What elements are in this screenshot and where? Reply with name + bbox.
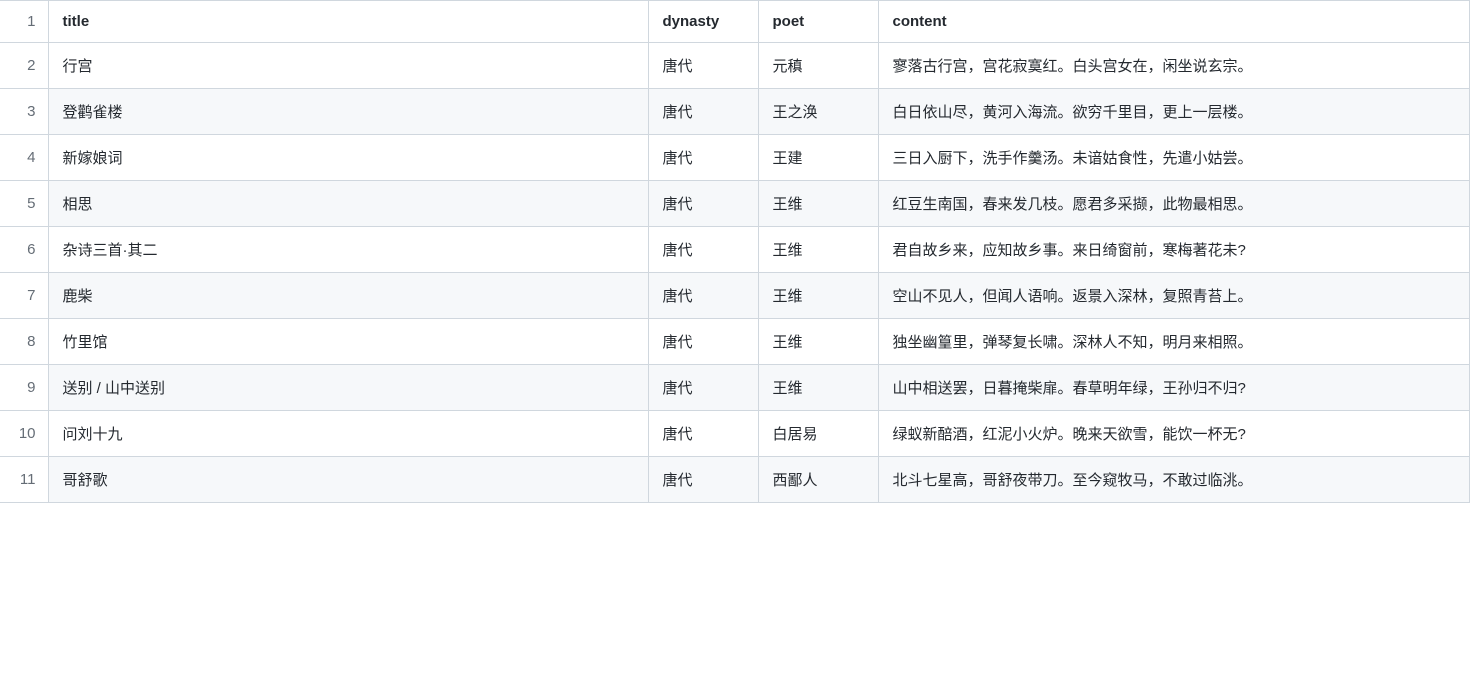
cell-content: 绿蚁新醅酒，红泥小火炉。晚来天欲雪，能饮一杯无?: [878, 411, 1470, 457]
cell-poet: 王之涣: [758, 89, 878, 135]
column-header-content[interactable]: content: [878, 1, 1470, 43]
cell-dynasty: 唐代: [648, 135, 758, 181]
row-number: 7: [0, 273, 48, 319]
cell-dynasty: 唐代: [648, 273, 758, 319]
cell-dynasty: 唐代: [648, 411, 758, 457]
row-number: 2: [0, 43, 48, 89]
cell-title: 新嫁娘词: [48, 135, 648, 181]
cell-dynasty: 唐代: [648, 365, 758, 411]
cell-content: 白日依山尽，黄河入海流。欲穷千里目，更上一层楼。: [878, 89, 1470, 135]
cell-dynasty: 唐代: [648, 227, 758, 273]
column-header-poet[interactable]: poet: [758, 1, 878, 43]
data-table: 1 title dynasty poet content 2 行宫 唐代 元稹 …: [0, 0, 1470, 503]
cell-content: 山中相送罢，日暮掩柴扉。春草明年绿，王孙归不归?: [878, 365, 1470, 411]
cell-poet: 王维: [758, 227, 878, 273]
table-row: 10 问刘十九 唐代 白居易 绿蚁新醅酒，红泥小火炉。晚来天欲雪，能饮一杯无?: [0, 411, 1470, 457]
table-row: 2 行宫 唐代 元稹 寥落古行宫，宫花寂寞红。白头宫女在，闲坐说玄宗。: [0, 43, 1470, 89]
cell-content: 空山不见人，但闻人语响。返景入深林，复照青苔上。: [878, 273, 1470, 319]
column-header-dynasty[interactable]: dynasty: [648, 1, 758, 43]
column-header-title[interactable]: title: [48, 1, 648, 43]
cell-dynasty: 唐代: [648, 457, 758, 503]
row-number: 8: [0, 319, 48, 365]
cell-dynasty: 唐代: [648, 43, 758, 89]
cell-content: 独坐幽篁里，弹琴复长啸。深林人不知，明月来相照。: [878, 319, 1470, 365]
table-row: 3 登鹳雀楼 唐代 王之涣 白日依山尽，黄河入海流。欲穷千里目，更上一层楼。: [0, 89, 1470, 135]
cell-poet: 王建: [758, 135, 878, 181]
cell-title: 问刘十九: [48, 411, 648, 457]
cell-content: 寥落古行宫，宫花寂寞红。白头宫女在，闲坐说玄宗。: [878, 43, 1470, 89]
cell-content: 北斗七星高，哥舒夜带刀。至今窥牧马，不敢过临洮。: [878, 457, 1470, 503]
cell-poet: 西鄙人: [758, 457, 878, 503]
cell-title: 登鹳雀楼: [48, 89, 648, 135]
cell-content: 三日入厨下，洗手作羹汤。未谙姑食性，先遣小姑尝。: [878, 135, 1470, 181]
row-number: 5: [0, 181, 48, 227]
table-row: 11 哥舒歌 唐代 西鄙人 北斗七星高，哥舒夜带刀。至今窥牧马，不敢过临洮。: [0, 457, 1470, 503]
cell-title: 哥舒歌: [48, 457, 648, 503]
table-row: 6 杂诗三首·其二 唐代 王维 君自故乡来，应知故乡事。来日绮窗前，寒梅著花未?: [0, 227, 1470, 273]
row-number: 6: [0, 227, 48, 273]
row-number: 9: [0, 365, 48, 411]
header-row: 1 title dynasty poet content: [0, 1, 1470, 43]
row-number-header: 1: [0, 1, 48, 43]
cell-dynasty: 唐代: [648, 319, 758, 365]
cell-poet: 王维: [758, 319, 878, 365]
cell-poet: 元稹: [758, 43, 878, 89]
cell-content: 君自故乡来，应知故乡事。来日绮窗前，寒梅著花未?: [878, 227, 1470, 273]
row-number: 3: [0, 89, 48, 135]
cell-poet: 王维: [758, 273, 878, 319]
row-number: 4: [0, 135, 48, 181]
cell-title: 行宫: [48, 43, 648, 89]
table-row: 8 竹里馆 唐代 王维 独坐幽篁里，弹琴复长啸。深林人不知，明月来相照。: [0, 319, 1470, 365]
table-row: 4 新嫁娘词 唐代 王建 三日入厨下，洗手作羹汤。未谙姑食性，先遣小姑尝。: [0, 135, 1470, 181]
cell-dynasty: 唐代: [648, 89, 758, 135]
cell-dynasty: 唐代: [648, 181, 758, 227]
cell-poet: 白居易: [758, 411, 878, 457]
cell-title: 相思: [48, 181, 648, 227]
cell-poet: 王维: [758, 181, 878, 227]
cell-title: 送别 / 山中送别: [48, 365, 648, 411]
row-number: 10: [0, 411, 48, 457]
cell-content: 红豆生南国，春来发几枝。愿君多采撷，此物最相思。: [878, 181, 1470, 227]
cell-title: 竹里馆: [48, 319, 648, 365]
cell-title: 鹿柴: [48, 273, 648, 319]
row-number: 11: [0, 457, 48, 503]
table-body: 2 行宫 唐代 元稹 寥落古行宫，宫花寂寞红。白头宫女在，闲坐说玄宗。 3 登鹳…: [0, 43, 1470, 503]
table-row: 9 送别 / 山中送别 唐代 王维 山中相送罢，日暮掩柴扉。春草明年绿，王孙归不…: [0, 365, 1470, 411]
cell-title: 杂诗三首·其二: [48, 227, 648, 273]
cell-poet: 王维: [758, 365, 878, 411]
table-row: 7 鹿柴 唐代 王维 空山不见人，但闻人语响。返景入深林，复照青苔上。: [0, 273, 1470, 319]
table-row: 5 相思 唐代 王维 红豆生南国，春来发几枝。愿君多采撷，此物最相思。: [0, 181, 1470, 227]
